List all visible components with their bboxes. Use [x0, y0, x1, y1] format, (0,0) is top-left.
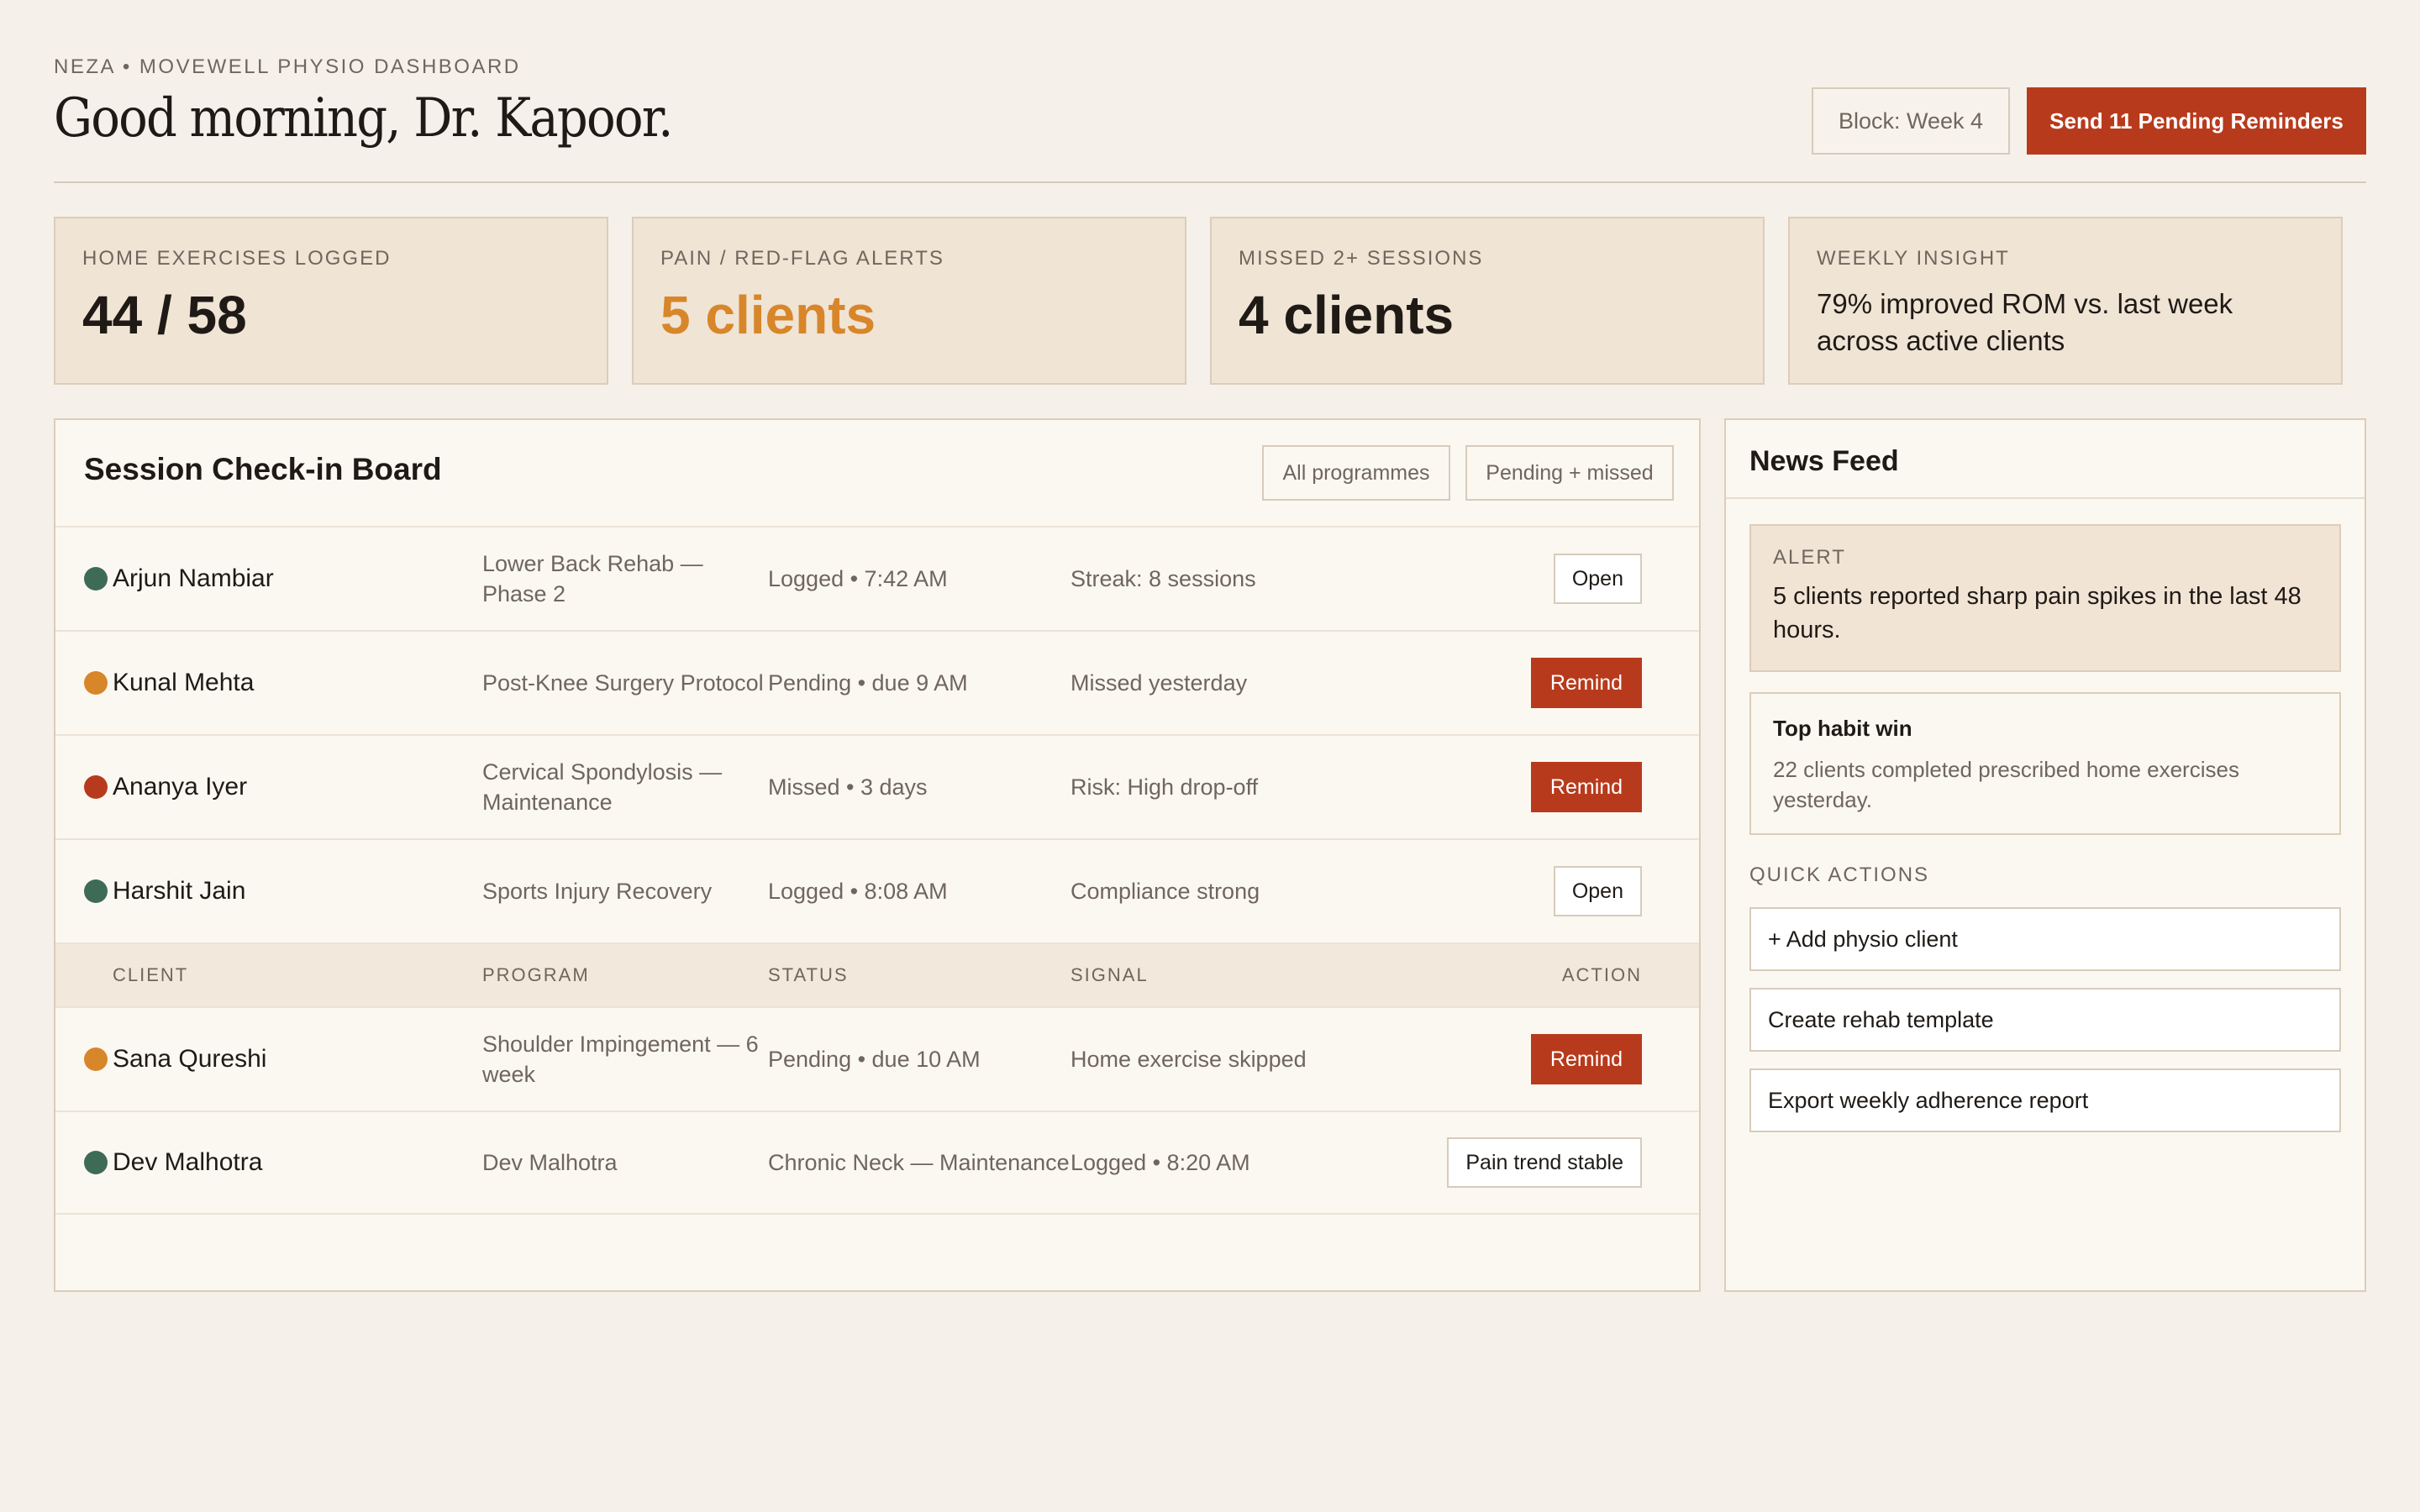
- action-cell: Remind: [1531, 632, 1642, 734]
- filter-all-programmes[interactable]: All programmes: [1262, 445, 1450, 501]
- alert-card: ALERT 5 clients reported sharp pain spik…: [1749, 524, 2341, 672]
- signal-cell: Logged • 8:20 AM: [1071, 1149, 1250, 1175]
- table-row: Sana Qureshi Shoulder Impingement — 6 we…: [55, 1006, 1699, 1110]
- stat-insight-text: 79% improved ROM vs. last week across ac…: [1817, 288, 2233, 356]
- column-header-action: ACTION: [1561, 964, 1642, 985]
- status-dot-icon: [84, 567, 108, 591]
- client-cell: Sana Qureshi: [84, 1008, 266, 1110]
- client-name: Kunal Mehta: [113, 669, 255, 696]
- table-header-row: CLIENT PROGRAM STATUS SIGNAL ACTION: [55, 942, 1699, 1006]
- status-dot-icon: [84, 1151, 108, 1174]
- stat-value: 5 clients: [660, 285, 876, 345]
- table-row: Arjun Nambiar Lower Back Rehab — Phase 2…: [55, 526, 1699, 630]
- client-cell: Arjun Nambiar: [84, 528, 274, 630]
- signal-cell: Compliance strong: [1071, 878, 1260, 904]
- status-dot-icon: [84, 671, 108, 695]
- client-name: Ananya Iyer: [113, 773, 248, 801]
- add-physio-client-button[interactable]: + Add physio client: [1749, 907, 2341, 971]
- action-cell: Open: [1553, 840, 1642, 942]
- remind-button[interactable]: Remind: [1531, 762, 1642, 812]
- stat-label: HOME EXERCISES LOGGED: [82, 247, 392, 270]
- action-cell: Remind: [1531, 1008, 1642, 1110]
- status-cell: Pending • due 10 AM: [768, 1047, 981, 1072]
- signal-cell: Risk: High drop-off: [1071, 774, 1259, 800]
- program-cell: Lower Back Rehab — Phase 2: [482, 551, 703, 606]
- remind-button[interactable]: Remind: [1531, 1034, 1642, 1084]
- stat-card-missed-sessions: MISSED 2+ SESSIONS 4 clients: [1210, 217, 1765, 385]
- open-button[interactable]: Open: [1553, 866, 1642, 916]
- table-row: Kunal Mehta Post-Knee Surgery Protocol P…: [55, 630, 1699, 734]
- page-title: Good morning, Dr. Kapoor.: [54, 87, 673, 150]
- table-row: Dev Malhotra Dev Malhotra Chronic Neck —…: [55, 1110, 1699, 1215]
- table-row: Harshit Jain Sports Injury Recovery Logg…: [55, 838, 1699, 942]
- session-checkin-board: Session Check-in Board All programmes Pe…: [54, 418, 1701, 1292]
- pain-trend-button[interactable]: Pain trend stable: [1447, 1137, 1642, 1188]
- stat-card-weekly-insight: WEEKLY INSIGHT 79% improved ROM vs. last…: [1788, 217, 2343, 385]
- program-cell: Cervical Spondylosis — Maintenance: [482, 759, 723, 815]
- status-dot-icon: [84, 775, 108, 799]
- program-cell: Post-Knee Surgery Protocol: [482, 670, 764, 696]
- action-cell: Open: [1553, 528, 1642, 630]
- client-cell: Harshit Jain: [84, 840, 245, 942]
- stat-value: 4 clients: [1239, 285, 1455, 345]
- status-dot-icon: [84, 879, 108, 903]
- alert-label: ALERT: [1773, 546, 1846, 569]
- habit-win-card: Top habit win 22 clients completed presc…: [1749, 692, 2341, 835]
- feed-title: News Feed: [1749, 445, 1899, 477]
- column-header-program: PROGRAM: [482, 964, 590, 985]
- client-cell: Dev Malhotra: [84, 1112, 262, 1213]
- block-week-selector[interactable]: Block: Week 4: [1812, 87, 2010, 155]
- dashboard-page: NEZA • MOVEWELL PHYSIO DASHBOARD Good mo…: [0, 0, 2420, 1512]
- client-cell: Kunal Mehta: [84, 632, 254, 734]
- stat-card-exercises-logged: HOME EXERCISES LOGGED 44 / 58: [54, 217, 608, 385]
- open-button[interactable]: Open: [1553, 554, 1642, 604]
- action-cell: Pain trend stable: [1447, 1112, 1642, 1213]
- action-cell: Remind: [1531, 736, 1642, 838]
- table-row: Ananya Iyer Cervical Spondylosis — Maint…: [55, 734, 1699, 838]
- program-cell: Shoulder Impingement — 6 week: [482, 1032, 759, 1087]
- stat-value: 44 / 58: [82, 285, 247, 345]
- create-rehab-template-button[interactable]: Create rehab template: [1749, 988, 2341, 1052]
- news-feed-panel: News Feed ALERT 5 clients reported sharp…: [1724, 418, 2366, 1292]
- remind-button[interactable]: Remind: [1531, 658, 1642, 708]
- quick-actions-label: QUICK ACTIONS: [1749, 864, 1930, 886]
- column-header-signal: SIGNAL: [1071, 964, 1149, 985]
- client-name: Arjun Nambiar: [113, 564, 274, 592]
- habit-win-text: 22 clients completed prescribed home exe…: [1773, 757, 2239, 812]
- signal-cell: Streak: 8 sessions: [1071, 565, 1256, 591]
- column-header-status: STATUS: [768, 964, 849, 985]
- program-cell: Sports Injury Recovery: [482, 879, 713, 904]
- board-title: Session Check-in Board: [84, 452, 442, 486]
- filter-pending-missed[interactable]: Pending + missed: [1465, 445, 1674, 501]
- status-cell: Pending • due 9 AM: [768, 670, 968, 696]
- board-table: Arjun Nambiar Lower Back Rehab — Phase 2…: [55, 526, 1699, 1215]
- stat-label: PAIN / RED-FLAG ALERTS: [660, 247, 944, 270]
- send-reminders-button[interactable]: Send 11 Pending Reminders: [2027, 87, 2366, 155]
- signal-cell: Home exercise skipped: [1071, 1046, 1307, 1072]
- app-breadcrumb: NEZA • MOVEWELL PHYSIO DASHBOARD: [54, 55, 521, 78]
- signal-cell: Missed yesterday: [1071, 669, 1248, 696]
- status-cell: Logged • 8:08 AM: [768, 879, 948, 904]
- client-name: Dev Malhotra: [113, 1148, 263, 1176]
- header-divider: [54, 181, 2366, 183]
- status-cell: Missed • 3 days: [768, 774, 928, 800]
- column-header-client: CLIENT: [113, 964, 189, 985]
- client-cell: Ananya Iyer: [84, 736, 247, 838]
- stat-card-red-flag-alerts: PAIN / RED-FLAG ALERTS 5 clients: [632, 217, 1186, 385]
- status-cell: Chronic Neck — Maintenance: [768, 1150, 1070, 1175]
- client-name: Sana Qureshi: [113, 1045, 267, 1073]
- client-name: Harshit Jain: [113, 877, 246, 905]
- export-adherence-report-button[interactable]: Export weekly adherence report: [1749, 1068, 2341, 1132]
- feed-divider: [1726, 497, 2365, 499]
- stat-label: WEEKLY INSIGHT: [1817, 247, 2010, 270]
- habit-win-title: Top habit win: [1773, 716, 1912, 741]
- program-cell: Dev Malhotra: [482, 1150, 618, 1175]
- stat-label: MISSED 2+ SESSIONS: [1239, 247, 1484, 270]
- status-dot-icon: [84, 1047, 108, 1071]
- status-cell: Logged • 7:42 AM: [768, 566, 948, 591]
- alert-text: 5 clients reported sharp pain spikes in …: [1773, 583, 2302, 643]
